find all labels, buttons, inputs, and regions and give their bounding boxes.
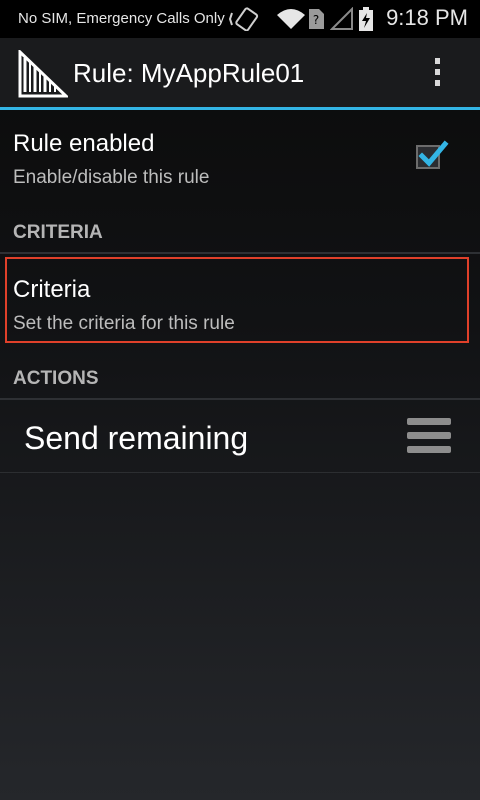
actions-section-header: ACTIONS	[13, 368, 99, 389]
signal-icon	[330, 7, 353, 30]
criteria-highlight-box	[5, 257, 469, 343]
svg-text:?: ?	[313, 13, 319, 27]
overflow-menu-icon[interactable]	[428, 58, 446, 92]
checkmark-icon	[418, 140, 449, 167]
drag-handle-icon[interactable]	[407, 418, 451, 458]
action-item-label: Send remaining	[24, 420, 249, 456]
action-bar-divider	[0, 107, 480, 110]
wifi-icon	[277, 9, 305, 29]
rule-enabled-summary: Enable/disable this rule	[13, 167, 210, 188]
criteria-section-divider	[0, 252, 480, 254]
status-bar: No SIM, Emergency Calls Only ? 9:18 PM	[0, 0, 480, 38]
barcode-app-logo	[18, 50, 68, 98]
status-time: 9:18 PM	[386, 5, 468, 30]
battery-charging-icon	[359, 7, 373, 31]
carrier-text: No SIM, Emergency Calls Only	[18, 10, 225, 27]
page-title: Rule: MyAppRule01	[73, 58, 305, 88]
actions-section-divider	[0, 398, 480, 400]
no-sim-icon: ?	[309, 9, 324, 29]
list-divider	[0, 472, 480, 473]
rule-enabled-checkbox[interactable]	[416, 140, 449, 169]
criteria-section-header: CRITERIA	[13, 222, 103, 243]
rule-enabled-title: Rule enabled	[13, 130, 155, 157]
vibrate-icon	[228, 7, 259, 31]
